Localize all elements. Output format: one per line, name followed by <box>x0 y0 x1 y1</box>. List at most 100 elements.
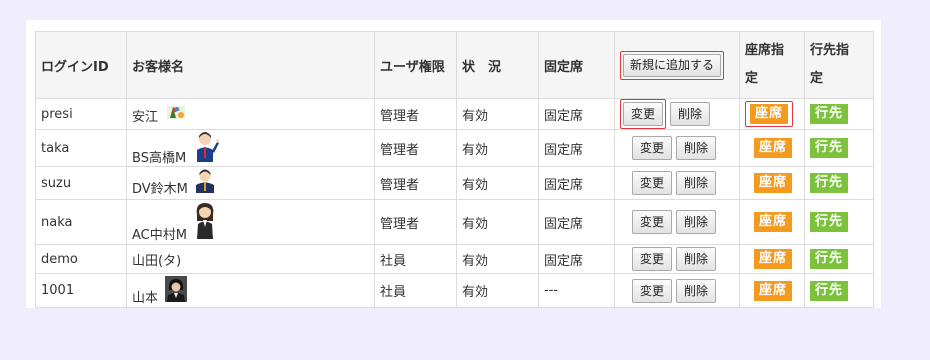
cell-customer-name: 安江 <box>126 98 375 130</box>
table-row: taka BS高橋M 管理者 有効 固定席 変更 削除 座席 行先 <box>35 129 874 167</box>
cell-login-id: taka <box>35 129 127 167</box>
change-button-highlight: 変更 <box>620 99 667 129</box>
table-row: demo 山田(タ) 社員 有効 固定席 変更 削除 座席 行先 <box>35 244 874 274</box>
cell-actions: 変更 削除 <box>614 129 740 167</box>
cell-fixed-seat: 固定席 <box>538 244 615 274</box>
cell-fixed-seat: --- <box>538 273 615 308</box>
customer-name-text: 安江 <box>132 110 159 125</box>
delete-button[interactable]: 削除 <box>670 102 711 126</box>
cell-customer-name: 山本 <box>126 273 375 308</box>
cell-dest-assign: 行先 <box>804 129 874 167</box>
cell-role: 社員 <box>374 244 457 274</box>
change-button[interactable]: 変更 <box>632 247 673 271</box>
cell-status: 有効 <box>456 98 539 130</box>
cell-status: 有効 <box>456 273 539 308</box>
header-dest-assign-line2: 定 <box>810 71 824 86</box>
header-seat-assign-line2: 定 <box>745 71 759 86</box>
delete-button[interactable]: 削除 <box>676 278 717 303</box>
header-status: 状 況 <box>456 31 539 99</box>
cell-dest-assign: 行先 <box>804 244 874 274</box>
cell-login-id: 1001 <box>35 273 127 308</box>
table-row: 1001 山本 社員 有効 --- 変更 削除 座席 行先 <box>35 273 874 308</box>
header-fixed-seat: 固定席 <box>538 31 615 99</box>
cell-login-id: presi <box>35 98 127 130</box>
cell-customer-name: DV鈴木M <box>126 166 375 200</box>
cell-seat-assign: 座席 <box>739 199 805 245</box>
seat-tag-highlight: 座席 <box>745 101 794 127</box>
businessman-waving-icon <box>193 131 221 166</box>
add-new-button[interactable]: 新規に追加する <box>623 53 722 77</box>
cell-seat-assign: 座席 <box>739 129 805 167</box>
cell-fixed-seat: 固定席 <box>538 129 615 167</box>
delete-button[interactable]: 削除 <box>676 210 717 234</box>
destination-tag[interactable]: 行先 <box>810 280 849 301</box>
header-customer-name: お客様名 <box>126 31 375 99</box>
table-row: suzu DV鈴木M 管理者 有効 固定席 変更 削除 座席 行先 <box>35 166 874 200</box>
cell-role: 社員 <box>374 273 457 308</box>
destination-tag[interactable]: 行先 <box>810 249 849 269</box>
change-button[interactable]: 変更 <box>623 102 664 126</box>
delete-button[interactable]: 削除 <box>676 171 717 195</box>
cell-status: 有効 <box>456 199 539 245</box>
customer-name-text: DV鈴木M <box>132 182 188 197</box>
cell-login-id: demo <box>35 244 127 274</box>
header-seat-assign-line1: 座席指 <box>745 43 785 58</box>
table-row: naka AC中村M 管理者 有効 固定席 変更 削除 座席 行先 <box>35 199 874 245</box>
user-table: ログインID お客様名 ユーザ権限 状 況 固定席 新規に追加する 座席指 定 … <box>35 31 874 308</box>
customer-name-text: BS高橋M <box>132 151 187 166</box>
flag-icon <box>165 103 187 125</box>
header-add: 新規に追加する <box>614 31 740 99</box>
cell-fixed-seat: 固定席 <box>538 98 615 130</box>
cell-seat-assign: 座席 <box>739 273 805 308</box>
cell-dest-assign: 行先 <box>804 199 874 245</box>
customer-name-text: 山本 <box>132 290 159 306</box>
customer-name-text: 山田(タ) <box>132 253 182 269</box>
header-dest-assign-line1: 行先指 <box>810 43 850 58</box>
cell-seat-assign: 座席 <box>739 244 805 274</box>
change-button[interactable]: 変更 <box>632 278 673 303</box>
cell-customer-name: 山田(タ) <box>126 244 375 274</box>
cell-dest-assign: 行先 <box>804 98 874 130</box>
user-list-panel: ログインID お客様名 ユーザ権限 状 況 固定席 新規に追加する 座席指 定 … <box>26 20 881 308</box>
seat-tag[interactable]: 座席 <box>754 212 793 232</box>
cell-status: 有効 <box>456 244 539 274</box>
destination-tag[interactable]: 行先 <box>810 138 849 158</box>
seat-tag[interactable]: 座席 <box>754 173 793 193</box>
cell-actions: 変更 削除 <box>614 166 740 200</box>
change-button[interactable]: 変更 <box>632 136 673 160</box>
seat-tag[interactable]: 座席 <box>754 138 793 158</box>
header-dest-assign: 行先指 定 <box>804 31 874 99</box>
header-login-id: ログインID <box>35 31 127 99</box>
cell-actions: 変更 削除 <box>614 273 740 308</box>
change-button[interactable]: 変更 <box>632 210 673 234</box>
cell-dest-assign: 行先 <box>804 273 874 308</box>
cell-actions: 変更 削除 <box>614 98 740 130</box>
seat-tag[interactable]: 座席 <box>750 104 789 124</box>
seat-tag[interactable]: 座席 <box>754 280 793 301</box>
cell-seat-assign: 座席 <box>739 98 805 130</box>
cell-login-id: suzu <box>35 166 127 200</box>
destination-tag[interactable]: 行先 <box>810 212 849 232</box>
cell-customer-name: AC中村M <box>126 199 375 245</box>
cell-actions: 変更 削除 <box>614 244 740 274</box>
table-header-row: ログインID お客様名 ユーザ権限 状 況 固定席 新規に追加する 座席指 定 … <box>35 31 874 99</box>
add-button-highlight: 新規に追加する <box>620 50 725 80</box>
destination-tag[interactable]: 行先 <box>810 173 849 193</box>
cell-dest-assign: 行先 <box>804 166 874 200</box>
cell-seat-assign: 座席 <box>739 166 805 200</box>
destination-tag[interactable]: 行先 <box>810 104 849 124</box>
woman-photo-icon <box>165 275 188 306</box>
cell-fixed-seat: 固定席 <box>538 199 615 245</box>
delete-button[interactable]: 削除 <box>676 247 717 271</box>
customer-name-text: AC中村M <box>132 228 187 243</box>
cell-role: 管理者 <box>374 98 457 130</box>
cell-customer-name: BS高橋M <box>126 129 375 167</box>
change-button[interactable]: 変更 <box>632 171 673 195</box>
header-seat-assign: 座席指 定 <box>739 31 805 99</box>
cell-status: 有効 <box>456 166 539 200</box>
cell-status: 有効 <box>456 129 539 167</box>
businesswoman-icon <box>194 201 216 243</box>
header-user-role: ユーザ権限 <box>374 31 457 99</box>
seat-tag[interactable]: 座席 <box>754 249 793 269</box>
delete-button[interactable]: 削除 <box>676 136 717 160</box>
